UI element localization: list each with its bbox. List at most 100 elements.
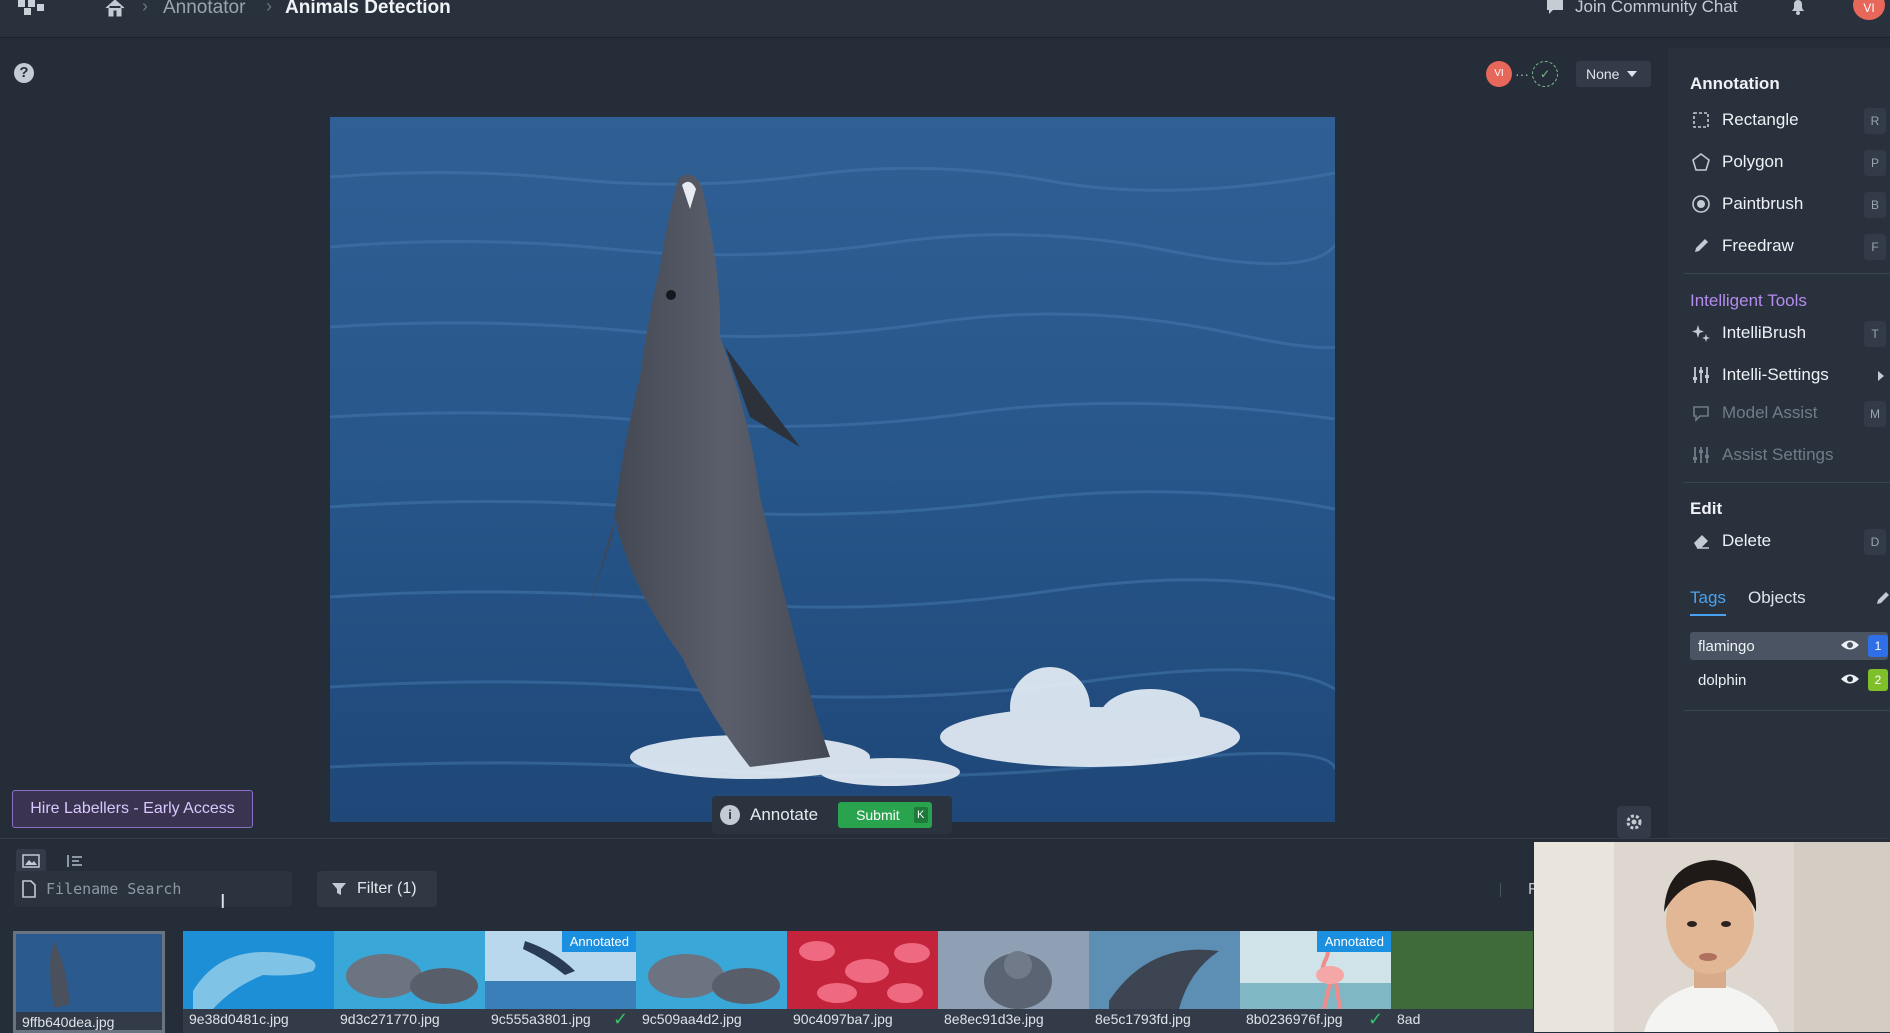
home-icon[interactable] [104, 0, 126, 18]
filter-button[interactable]: Filter (1) [317, 871, 437, 907]
annotated-badge: Annotated [561, 931, 637, 952]
tool-intelli-settings[interactable]: Intelli-Settings [1690, 360, 1880, 390]
panel-tabs: Tags Objects [1690, 588, 1890, 622]
tool-rectangle[interactable]: Rectangle [1690, 105, 1880, 135]
tool-label: Freedraw [1722, 236, 1794, 255]
tool-label: Paintbrush [1722, 194, 1804, 213]
tool-model-assist[interactable]: Model Assist [1690, 398, 1880, 428]
image-icon [22, 854, 40, 868]
breadcrumb-current: Animals Detection [285, 0, 451, 18]
gear-icon [1626, 814, 1642, 830]
edit-pencil-icon[interactable] [1875, 590, 1890, 606]
app-logo-icon[interactable] [18, 0, 44, 20]
reviewer-avatar: VI [1486, 61, 1512, 87]
tool-label: Model Assist [1722, 403, 1818, 422]
divider [1684, 710, 1890, 711]
thumbnail[interactable]: 8e8ec91d3e.jpg [938, 931, 1090, 1033]
rectangle-icon [1693, 112, 1709, 128]
thumbnail-filename: 8ad [1397, 1011, 1421, 1027]
paintbrush-icon [1692, 195, 1710, 213]
review-status-select[interactable]: None [1576, 61, 1651, 87]
tool-delete[interactable]: Delete [1690, 526, 1880, 556]
thumbnail[interactable]: 90c4097ba7.jpg [787, 931, 939, 1033]
thumbnail-strip: 9ffb640dea.jpg 9e38d0481c.jpg 9d3c271770… [13, 931, 1533, 1033]
tool-freedraw[interactable]: Freedraw [1690, 231, 1880, 261]
annotate-label: Annotate [750, 805, 819, 824]
thumbnail-filename: 8b0236976f.jpg [1246, 1011, 1343, 1027]
thumbnail[interactable]: 9c509aa4d2.jpg [636, 931, 788, 1033]
checkmark-icon: ✓ [1368, 1009, 1384, 1029]
tool-label: Polygon [1722, 152, 1784, 171]
thumbnail[interactable]: Annotated 8b0236976f.jpg ✓ [1240, 931, 1392, 1033]
breadcrumb-annotator[interactable]: Annotator [163, 0, 245, 19]
breadcrumb-separator: › [142, 0, 148, 16]
tool-intellibrush[interactable]: IntelliBrush [1690, 318, 1880, 348]
tag-name: dolphin [1698, 671, 1747, 689]
thumbnail[interactable]: 8ad [1391, 931, 1533, 1033]
tool-label: Rectangle [1722, 110, 1799, 129]
bell-icon[interactable] [1788, 0, 1808, 16]
tab-tags[interactable]: Tags [1690, 588, 1726, 616]
tool-label: IntelliBrush [1722, 323, 1807, 342]
thumbnail[interactable]: 9ffb640dea.jpg [13, 931, 165, 1033]
list-view-toggle[interactable] [60, 849, 90, 873]
thumbnail-filename: 9c509aa4d2.jpg [642, 1011, 742, 1027]
edit-section-title: Edit [1690, 499, 1723, 518]
tool-label: Assist Settings [1722, 445, 1834, 464]
filter-icon [332, 883, 346, 895]
grid-view-toggle[interactable] [16, 849, 46, 873]
thumbnail[interactable]: Annotated 9c555a3801.jpg ✓ [485, 931, 637, 1033]
tool-assist-settings[interactable]: Assist Settings [1690, 440, 1880, 470]
eraser-icon [1694, 535, 1709, 549]
thumbnail[interactable]: 9e38d0481c.jpg [183, 931, 335, 1033]
thumbnail-image [334, 931, 486, 1009]
tool-paintbrush[interactable]: Paintbrush [1690, 189, 1880, 219]
thumbnail-filename: 9c555a3801.jpg [491, 1011, 591, 1027]
hire-labellers-button[interactable]: Hire Labellers - Early Access [12, 790, 253, 828]
model-assist-icon [1693, 406, 1709, 422]
tag-row-dolphin[interactable]: dolphin 2 [1690, 666, 1888, 694]
divider [1684, 273, 1890, 274]
tool-hotkey: F [1864, 234, 1886, 260]
chevron-right-icon[interactable] [1877, 370, 1885, 382]
divider [1500, 883, 1501, 897]
user-avatar[interactable]: VI [1853, 0, 1885, 20]
tool-polygon[interactable]: Polygon [1690, 147, 1880, 177]
tab-objects[interactable]: Objects [1748, 588, 1806, 608]
submit-button[interactable]: Submit K [838, 802, 932, 828]
thumbnail-image [183, 931, 335, 1009]
tag-name: flamingo [1698, 637, 1755, 655]
help-icon[interactable]: ? [14, 63, 34, 83]
tool-hotkey: M [1864, 401, 1886, 427]
thumbnail-filename: 9d3c271770.jpg [340, 1011, 440, 1027]
tool-hotkey: R [1864, 108, 1886, 134]
thumbnail-image [636, 931, 788, 1009]
thumbnail-filename: 9e38d0481c.jpg [189, 1011, 289, 1027]
tag-row-flamingo[interactable]: flamingo 1 [1690, 632, 1888, 660]
top-bar: › Annotator › Animals Detection Join Com… [0, 0, 1890, 38]
canvas-settings-button[interactable] [1617, 806, 1651, 838]
thumbnail[interactable]: 8e5c1793fd.jpg [1089, 931, 1241, 1033]
sliders-icon [1693, 367, 1709, 383]
dolphin-image [330, 117, 1335, 822]
join-community-link[interactable]: Join Community Chat [1545, 0, 1738, 17]
thumbnail-filename: 8e8ec91d3e.jpg [944, 1011, 1044, 1027]
info-icon[interactable]: i [720, 805, 740, 825]
thumbnail[interactable]: 9d3c271770.jpg [334, 931, 486, 1033]
chevron-down-icon [1627, 71, 1638, 77]
pencil-icon [1695, 239, 1708, 252]
annotation-canvas[interactable] [330, 117, 1335, 822]
intelligent-tools-title: Intelligent Tools [1690, 291, 1807, 310]
annotate-toolbar: i Annotate Submit K [712, 796, 952, 834]
tools-panel: Annotation Rectangle R Polygon P Paintbr… [1668, 48, 1890, 838]
ellipsis-icon: ··· [1515, 66, 1529, 82]
filename-search-input[interactable]: Filename Search [14, 871, 292, 907]
eye-icon[interactable] [1840, 638, 1860, 652]
thumbnail-image [938, 931, 1090, 1009]
review-check-icon[interactable]: ✓ [1532, 61, 1558, 87]
thumbnail-filename: 9ffb640dea.jpg [22, 1014, 115, 1030]
eye-icon[interactable] [1840, 672, 1860, 686]
divider [1684, 482, 1890, 483]
tool-hotkey: P [1864, 150, 1886, 176]
join-community-label: Join Community Chat [1575, 0, 1738, 16]
